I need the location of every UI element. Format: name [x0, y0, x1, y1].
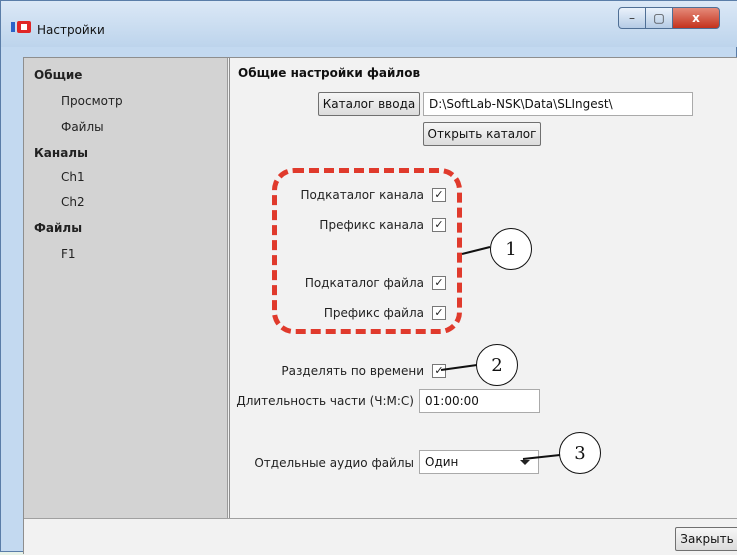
callout-2: 2 [476, 344, 518, 386]
callout-1-leader [461, 246, 491, 255]
callout-3-leader [522, 454, 561, 460]
callout-3: 3 [559, 432, 601, 474]
callout-2-leader [440, 364, 478, 371]
callout-1: 1 [490, 228, 532, 270]
callout-leaders [440, 246, 561, 460]
